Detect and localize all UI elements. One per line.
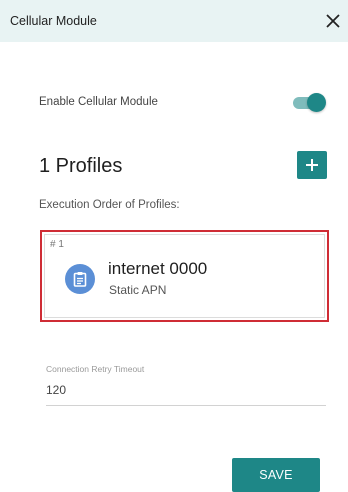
- profile-number: # 1: [50, 239, 64, 250]
- profile-card-inner: # 1 internet 0000 Static APN: [44, 234, 325, 318]
- toggle-knob: [307, 93, 326, 112]
- profile-name: internet 0000: [108, 259, 208, 278]
- add-profile-button[interactable]: [297, 151, 327, 179]
- plus-icon: [306, 159, 318, 171]
- profiles-title: 1 Profiles: [39, 155, 123, 177]
- dialog-header: Cellular Module: [0, 0, 348, 42]
- enable-cellular-toggle[interactable]: [291, 92, 327, 114]
- enable-cellular-label: Enable Cellular Module: [39, 96, 158, 108]
- close-icon: [326, 14, 340, 28]
- close-button[interactable]: [322, 10, 344, 32]
- profile-type: Static APN: [109, 283, 167, 297]
- retry-timeout-underline: [46, 405, 326, 406]
- dialog-title: Cellular Module: [10, 14, 97, 28]
- profile-card[interactable]: # 1 internet 0000 Static APN: [40, 230, 329, 322]
- retry-timeout-input[interactable]: 120: [46, 383, 326, 397]
- save-button[interactable]: SAVE: [232, 458, 320, 492]
- retry-timeout-label: Connection Retry Timeout: [46, 364, 145, 374]
- execution-order-label: Execution Order of Profiles:: [39, 199, 180, 211]
- clipboard-icon: [73, 272, 87, 287]
- profile-avatar: [65, 264, 95, 294]
